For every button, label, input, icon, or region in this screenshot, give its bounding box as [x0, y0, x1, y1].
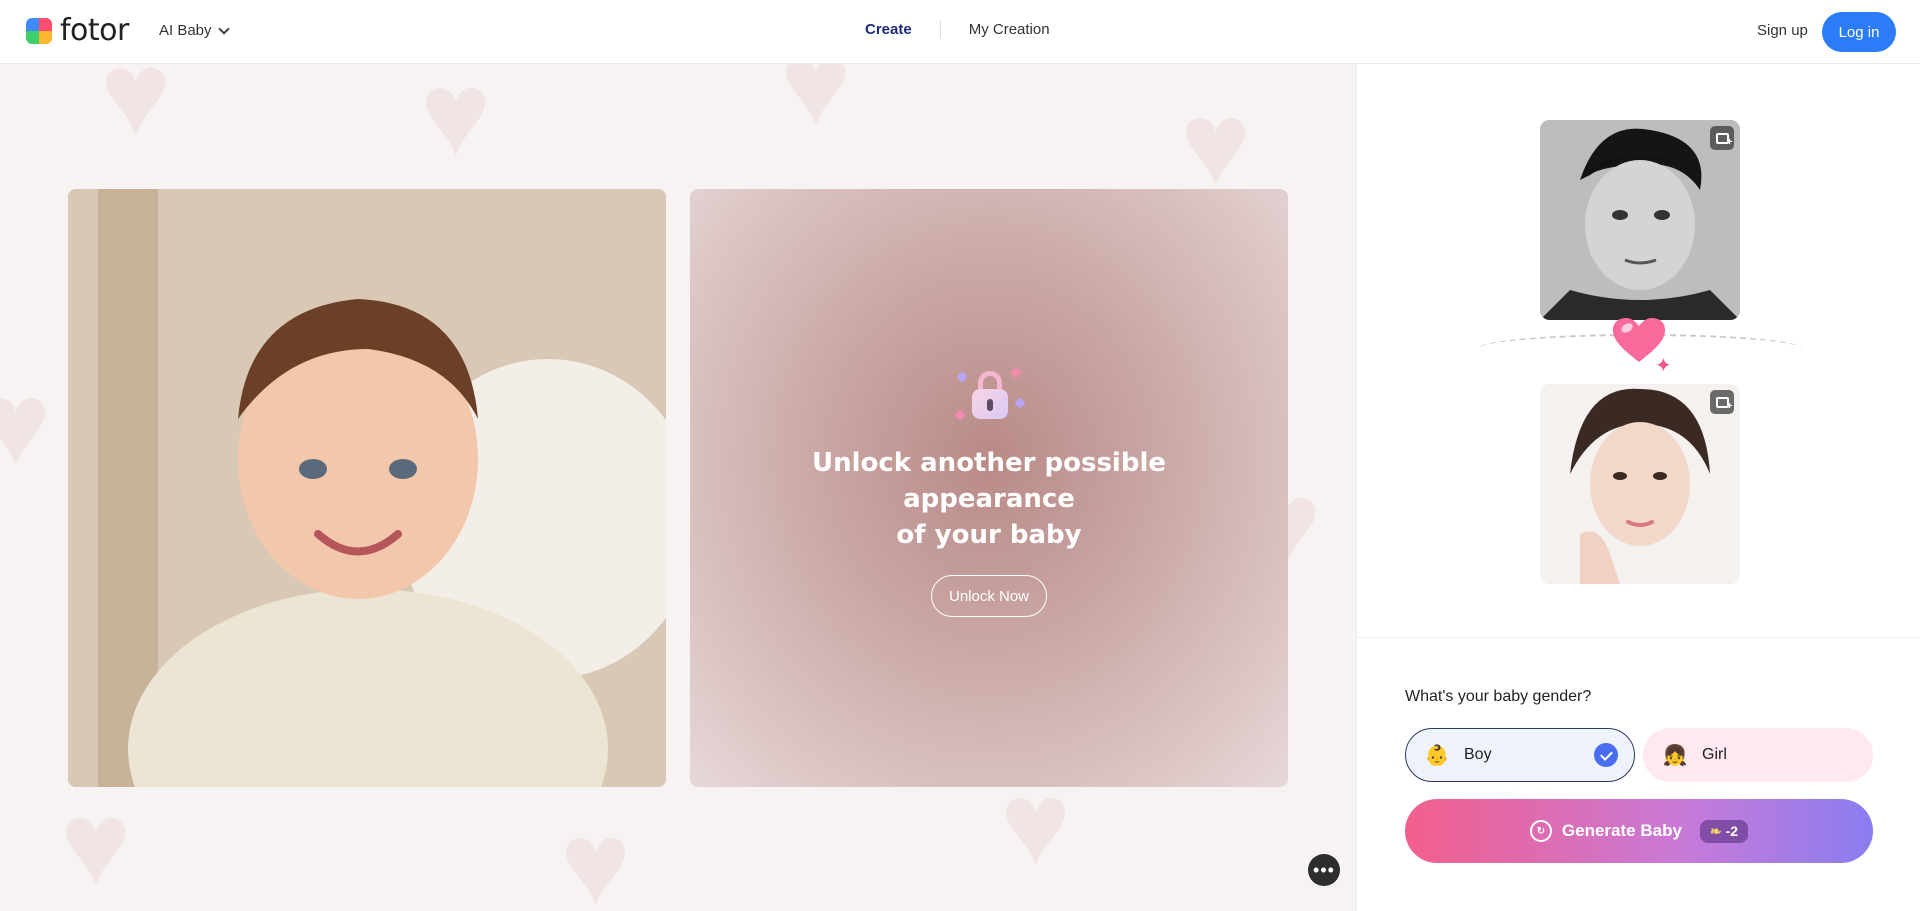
replace-photo-icon[interactable]: + — [1710, 126, 1734, 150]
brand-name: fotor — [60, 13, 129, 48]
baby-girl-icon: 👧 — [1662, 744, 1688, 767]
product-menu-label: AI Baby — [159, 22, 212, 39]
father-photo[interactable]: + — [1540, 120, 1740, 320]
parent-photos-area: + ✦ + — [1357, 64, 1920, 638]
unlock-title: Unlock another possible appearance of yo… — [729, 445, 1249, 553]
replace-photo-icon[interactable]: + — [1710, 390, 1734, 414]
generate-baby-button[interactable]: ↻ Generate Baby ❧ -2 — [1405, 799, 1873, 863]
heart-pattern-icon: ♥ — [1180, 77, 1252, 211]
settings-panel: + ✦ + What's your baby gender? 👶 Boy 👧 G… — [1356, 64, 1920, 911]
generated-baby-image[interactable] — [68, 189, 666, 787]
baby-illustration — [68, 189, 666, 787]
fotor-logo[interactable]: fotor — [26, 13, 129, 48]
nav-divider — [939, 20, 941, 38]
gender-option-label: Boy — [1464, 746, 1492, 763]
generate-icon: ↻ — [1529, 820, 1552, 842]
lock-icon — [954, 359, 1026, 429]
heart-pattern-icon: ♥ — [60, 777, 132, 911]
check-icon — [1594, 743, 1618, 767]
baby-boy-icon: 👶 — [1424, 744, 1450, 767]
more-options-button[interactable]: ••• — [1308, 854, 1340, 886]
heart-pattern-icon: ♥ — [780, 64, 852, 151]
login-button[interactable]: Log in — [1822, 12, 1896, 52]
main-nav: Create My Creation — [865, 20, 1050, 38]
top-header: fotor AI Baby Create My Creation Sign up… — [0, 0, 1920, 64]
credit-leaf-icon: ❧ — [1709, 822, 1722, 839]
heart-pattern-icon: ♥ — [100, 64, 172, 161]
signup-link[interactable]: Sign up — [1757, 22, 1808, 39]
heart-pattern-icon: ♥ — [420, 64, 492, 181]
nav-my-creation[interactable]: My Creation — [969, 21, 1050, 38]
gender-option-girl[interactable]: 👧 Girl — [1643, 728, 1873, 782]
sparkle-icon: ✦ — [1655, 355, 1672, 377]
mother-photo[interactable]: + — [1540, 384, 1740, 584]
father-portrait — [1540, 120, 1740, 320]
heart-pattern-icon: ♥ — [0, 357, 52, 491]
gender-option-boy[interactable]: 👶 Boy — [1405, 728, 1635, 782]
product-menu-dropdown[interactable]: AI Baby — [159, 22, 230, 39]
unlock-overlay: Unlock another possible appearance of yo… — [690, 189, 1288, 787]
heart-pattern-icon: ♥ — [560, 797, 632, 911]
fotor-logo-icon — [26, 18, 52, 44]
locked-result-card: Unlock another possible appearance of yo… — [690, 189, 1288, 787]
mother-portrait — [1540, 384, 1740, 584]
gender-question: What's your baby gender? — [1405, 688, 1592, 705]
credit-cost-badge: ❧ -2 — [1699, 819, 1749, 843]
unlock-title-line2: of your baby — [896, 520, 1082, 550]
credit-cost: -2 — [1725, 823, 1739, 839]
unlock-now-button[interactable]: Unlock Now — [931, 575, 1047, 617]
gender-option-label: Girl — [1702, 746, 1727, 763]
generate-label: Generate Baby — [1561, 821, 1682, 840]
nav-create[interactable]: Create — [865, 21, 912, 38]
chevron-down-icon — [217, 22, 230, 35]
result-stage: ♥ ♥ ♥ ♥ ♥ ♥ ♥ ♥ ♥ — [0, 64, 1356, 911]
unlock-title-line1: Unlock another possible appearance — [811, 448, 1166, 514]
